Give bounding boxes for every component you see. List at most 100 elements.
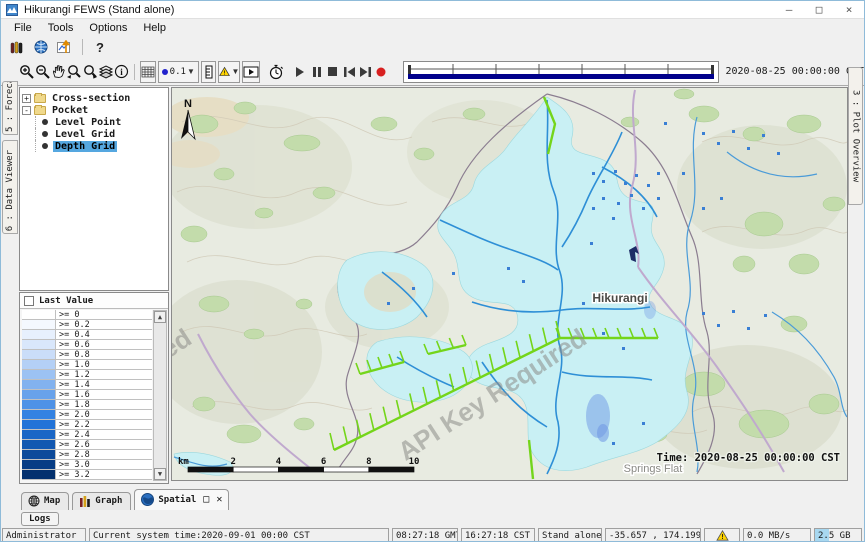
record-button[interactable] bbox=[373, 61, 389, 83]
layers-icon[interactable] bbox=[98, 61, 114, 83]
tree-item-level-grid[interactable]: Level Grid bbox=[22, 128, 166, 140]
status-local-time: 16:27:18 CST bbox=[461, 528, 535, 542]
legend-row[interactable]: >= 2.6 bbox=[22, 440, 152, 450]
tab-graph[interactable]: Graph bbox=[72, 492, 131, 510]
legend-color-swatch bbox=[22, 450, 56, 459]
legend-row[interactable]: >= 0.2 bbox=[22, 320, 152, 330]
legend-row[interactable]: >= 1.6 bbox=[22, 390, 152, 400]
legend-row[interactable]: >= 1.4 bbox=[22, 380, 152, 390]
legend-row[interactable]: >= 0.8 bbox=[22, 350, 152, 360]
pan-hand-icon[interactable] bbox=[51, 61, 66, 83]
status-warning-cell[interactable]: ! bbox=[704, 528, 740, 542]
menu-tools[interactable]: Tools bbox=[41, 21, 81, 35]
legend-value-label: >= 1.0 bbox=[56, 360, 152, 369]
legend-row[interactable]: >= 3.0 bbox=[22, 460, 152, 470]
scroll-up-icon[interactable]: ▲ bbox=[154, 311, 166, 323]
scale-tick-label: 8 bbox=[366, 457, 371, 467]
sidebar-tab-forecast[interactable]: 5 : Forecast bbox=[2, 81, 18, 135]
collapse-icon[interactable]: - bbox=[22, 106, 31, 115]
classbreak-dropdown[interactable]: 0.1 ▼ bbox=[158, 61, 199, 83]
menu-file[interactable]: File bbox=[7, 21, 39, 35]
svg-text:N: N bbox=[184, 98, 192, 110]
tree-indent-line bbox=[22, 140, 36, 152]
layers-tree-panel: + Cross-section - Pocket Level Point Lev… bbox=[19, 87, 169, 291]
application-window: Hikurangi FEWS (Stand alone) – □ × File … bbox=[0, 0, 865, 542]
sidebar-tab-plot-overview[interactable]: 3 : Plot Overview bbox=[848, 67, 863, 205]
legend-row[interactable]: >= 2.2 bbox=[22, 420, 152, 430]
svg-text:!: ! bbox=[224, 70, 226, 76]
map-display-icon[interactable] bbox=[29, 37, 53, 57]
maximize-button[interactable]: □ bbox=[804, 1, 834, 18]
play-button[interactable] bbox=[292, 61, 308, 83]
last-value-checkbox[interactable] bbox=[24, 296, 34, 306]
tree-item-cross-section[interactable]: + Cross-section bbox=[22, 92, 166, 104]
sidebar-tab-data-viewer[interactable]: 6 : Data Viewer bbox=[2, 140, 18, 234]
legend-row[interactable]: >= 1.2 bbox=[22, 370, 152, 380]
legend-color-swatch bbox=[22, 350, 56, 359]
legend-row[interactable]: >= 3.2 bbox=[22, 470, 152, 480]
legend-color-swatch bbox=[22, 390, 56, 399]
menu-options[interactable]: Options bbox=[82, 21, 134, 35]
bottom-tab-bar: Map Graph Spatial □ ✕ bbox=[21, 489, 229, 510]
tree-item-pocket[interactable]: - Pocket bbox=[22, 104, 166, 116]
info-icon[interactable]: i bbox=[114, 61, 129, 83]
legend-row[interactable]: >= 2.8 bbox=[22, 450, 152, 460]
tree-indent-line bbox=[22, 116, 36, 128]
zoom-in-icon[interactable] bbox=[19, 61, 35, 83]
folder-icon bbox=[34, 94, 46, 103]
logs-button[interactable]: Logs bbox=[21, 512, 59, 526]
grid-display-button[interactable] bbox=[140, 61, 156, 83]
warning-icon: ! bbox=[716, 530, 729, 541]
locality-label: Springs Flat bbox=[624, 463, 683, 475]
legend-row[interactable]: >= 1.8 bbox=[22, 400, 152, 410]
stop-button[interactable] bbox=[325, 61, 341, 83]
timeline-progress-bar bbox=[408, 74, 714, 79]
tab-graph-label: Graph bbox=[95, 496, 122, 506]
expand-icon[interactable]: + bbox=[22, 94, 31, 103]
skip-to-start-button[interactable] bbox=[341, 61, 357, 83]
explorer-icon[interactable] bbox=[5, 37, 29, 57]
warning-threshold-dropdown[interactable]: ! ▼ bbox=[218, 61, 240, 83]
status-transfer-rate: 0.0 MB/s bbox=[743, 528, 811, 542]
timeline-slider[interactable] bbox=[403, 61, 719, 83]
timeseries-icon[interactable] bbox=[53, 37, 77, 57]
tab-map[interactable]: Map bbox=[21, 492, 69, 510]
legend-row[interactable]: >= 1.0 bbox=[22, 360, 152, 370]
status-mode: Stand alone bbox=[538, 528, 602, 542]
map-viewport[interactable]: API Key Required API Key Required Hikura… bbox=[171, 87, 848, 481]
window-title: Hikurangi FEWS (Stand alone) bbox=[24, 4, 174, 16]
tree-item-level-point[interactable]: Level Point bbox=[22, 116, 166, 128]
legend-row[interactable]: >= 0.4 bbox=[22, 330, 152, 340]
legend-color-swatch bbox=[22, 460, 56, 469]
legend-row[interactable]: >= 2.0 bbox=[22, 410, 152, 420]
animation-button[interactable] bbox=[242, 61, 260, 83]
zoom-next-icon[interactable] bbox=[82, 61, 98, 83]
legend-row[interactable]: >= 0.6 bbox=[22, 340, 152, 350]
pause-button[interactable] bbox=[309, 61, 325, 83]
legend-color-swatch bbox=[22, 400, 56, 409]
status-user: Administrator bbox=[2, 528, 86, 542]
classbreak-value: 0.1 bbox=[170, 67, 186, 77]
timer-icon[interactable] bbox=[268, 61, 284, 83]
status-bar: Administrator Current system time:2020-0… bbox=[1, 528, 864, 542]
scroll-down-icon[interactable]: ▼ bbox=[154, 468, 166, 480]
scalebar-button[interactable] bbox=[201, 61, 217, 83]
close-button[interactable]: × bbox=[834, 1, 864, 18]
menu-help[interactable]: Help bbox=[136, 21, 173, 35]
legend-row[interactable]: >= 2.4 bbox=[22, 430, 152, 440]
tab-spatial[interactable]: Spatial □ ✕ bbox=[134, 489, 229, 510]
pane-maximize-icon[interactable]: □ bbox=[203, 494, 209, 505]
legend-row[interactable]: >= 0 bbox=[22, 310, 152, 320]
zoom-out-icon[interactable] bbox=[35, 61, 51, 83]
skip-to-end-button[interactable] bbox=[357, 61, 373, 83]
tree-item-depth-grid[interactable]: Depth Grid bbox=[22, 140, 166, 152]
zoom-previous-icon[interactable] bbox=[66, 61, 82, 83]
legend-color-swatch bbox=[22, 330, 56, 339]
pane-close-icon[interactable]: ✕ bbox=[216, 494, 222, 505]
help-button[interactable]: ? bbox=[88, 37, 112, 57]
scale-tick-label: 10 bbox=[409, 457, 420, 467]
legend-value-label: >= 0.6 bbox=[56, 340, 152, 349]
legend-scrollbar[interactable]: ▲ ▼ bbox=[153, 310, 167, 481]
toolbar-separator bbox=[134, 64, 135, 80]
minimize-button[interactable]: – bbox=[774, 1, 804, 18]
